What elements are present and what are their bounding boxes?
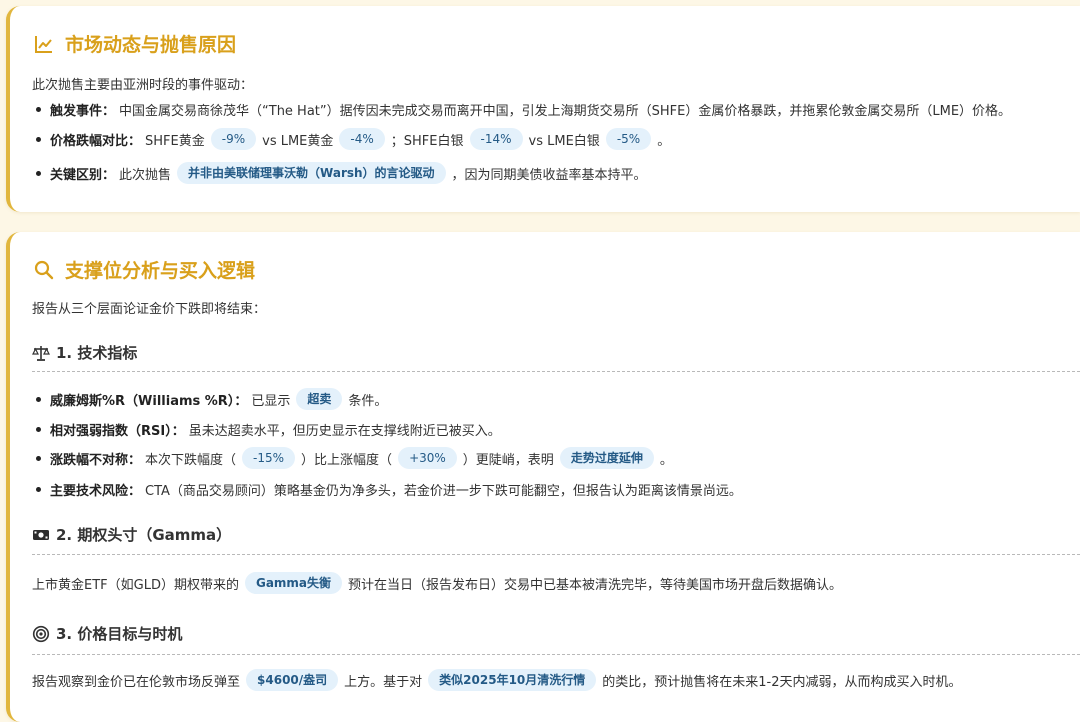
section-intro: 报告从三个层面论证金价下跌即将结束： bbox=[32, 302, 267, 317]
item-text: 已显示 bbox=[251, 393, 291, 409]
technical-bullet-list: 威廉姆斯%R（Williams %R）： 已显示 超卖 条件。 相对强弱指数（R… bbox=[32, 386, 742, 500]
item-label: 涨跌幅不对称： bbox=[50, 452, 142, 468]
divider bbox=[32, 654, 1080, 655]
item-text: CTA（商品交易顾问）策略基金仍为净多头，若金价进一步下跌可能翻空，但报告认为距… bbox=[145, 483, 742, 499]
divider bbox=[32, 554, 1080, 555]
list-item-key: 关键区别： 此次抛售 并非由美联储理事沃勒（Warsh）的言论驱动 ，因为同期美… bbox=[32, 158, 1011, 188]
chart-line-icon bbox=[35, 35, 52, 53]
item-label: 价格跌幅对比： bbox=[50, 133, 142, 149]
item-text: ）更陡峭，表明 bbox=[462, 452, 554, 468]
value-badge: -14% bbox=[469, 128, 523, 150]
subsection-options-title: 2. 期权头寸（Gamma） bbox=[32, 524, 1080, 545]
list-item-compare: 价格跌幅对比： SHFE黄金 -9% vs LME黄金 -4% ；SHFE白银 … bbox=[32, 124, 1011, 154]
search-icon bbox=[34, 260, 54, 279]
options-paragraph: 上市黄金ETF（如GLD）期权带来的 Gamma失衡 预计在当日（报告发布日）交… bbox=[32, 569, 842, 597]
paragraph-text: 报告观察到金价已在伦敦市场反弹至 bbox=[32, 674, 241, 690]
item-text: 虽未达超卖水平，但历史显示在支撑线附近已被买入。 bbox=[188, 423, 501, 439]
item-text: vs LME黄金 bbox=[262, 133, 334, 149]
paragraph-text: 上市黄金ETF（如GLD）期权带来的 bbox=[32, 577, 239, 593]
paragraph-text: 上方。基于对 bbox=[344, 674, 423, 690]
highlight-badge: Gamma失衡 bbox=[244, 572, 343, 594]
value-badge: -9% bbox=[210, 128, 257, 150]
support-analysis-card: 支撑位分析与买入逻辑 报告从三个层面论证金价下跌即将结束： 1. 技术指标 威廉… bbox=[6, 232, 1080, 722]
value-badge: -4% bbox=[339, 128, 385, 150]
item-text: 此次抛售 bbox=[119, 167, 172, 183]
list-item-williams: 威廉姆斯%R（Williams %R）： 已显示 超卖 条件。 bbox=[32, 386, 742, 412]
section-title-text: 支撑位分析与买入逻辑 bbox=[65, 260, 256, 282]
value-badge: -15% bbox=[242, 447, 296, 469]
item-text: ，因为同期美债收益率基本持平。 bbox=[451, 167, 647, 183]
highlight-badge: 类似2025年10月清洗行情 bbox=[428, 669, 597, 691]
money-icon bbox=[33, 529, 49, 540]
list-item-rsi: 相对强弱指数（RSI）： 虽未达超卖水平，但历史显示在支撑线附近已被买入。 bbox=[32, 418, 742, 440]
list-item-asymmetry: 涨跌幅不对称： 本次下跌幅度（ -15% ）比上涨幅度（ +30% ）更陡峭，表… bbox=[32, 444, 742, 472]
section-title: 市场动态与抛售原因 bbox=[32, 30, 236, 57]
market-bullet-list: 触发事件： 中国金属交易商徐茂华（“The Hat”）据传因未完成交易而离开中国… bbox=[32, 98, 1011, 188]
list-item-trigger: 触发事件： 中国金属交易商徐茂华（“The Hat”）据传因未完成交易而离开中国… bbox=[32, 98, 1011, 120]
item-label: 相对强弱指数（RSI）： bbox=[50, 423, 185, 439]
item-text: ）比上涨幅度（ bbox=[301, 452, 393, 468]
target-paragraph: 报告观察到金价已在伦敦市场反弹至 $4600/盎司 上方。基于对 类似2025年… bbox=[32, 666, 962, 694]
section-intro: 此次抛售主要由亚洲时段的事件驱动： bbox=[32, 78, 254, 93]
list-item-risk: 主要技术风险： CTA（商品交易顾问）策略基金仍为净多头，若金价进一步下跌可能翻… bbox=[32, 478, 742, 500]
item-text: vs LME白银 bbox=[528, 133, 600, 149]
paragraph-text: 预计在当日（报告发布日）交易中已基本被清洗完毕，等待美国市场开盘后数据确认。 bbox=[348, 577, 843, 593]
highlight-badge: 超卖 bbox=[296, 388, 343, 410]
divider bbox=[32, 371, 1080, 372]
item-text: ；SHFE白银 bbox=[390, 133, 464, 149]
item-text: 条件。 bbox=[348, 393, 388, 409]
value-badge: +30% bbox=[398, 447, 457, 469]
subsection-technical-title: 1. 技术指标 bbox=[32, 342, 1080, 363]
value-badge: -5% bbox=[605, 128, 652, 150]
highlight-badge: $4600/盎司 bbox=[246, 669, 339, 691]
item-label: 关键区别： bbox=[50, 167, 116, 183]
balance-scale-icon bbox=[32, 345, 50, 361]
target-icon bbox=[32, 625, 50, 642]
section-title-text: 市场动态与抛售原因 bbox=[65, 34, 237, 56]
subsection-title-text: 1. 技术指标 bbox=[56, 344, 138, 362]
highlight-badge: 走势过度延伸 bbox=[559, 447, 654, 469]
subsection-title-text: 3. 价格目标与时机 bbox=[56, 625, 183, 643]
item-text: 。 bbox=[659, 452, 673, 468]
market-dynamics-card: 市场动态与抛售原因 此次抛售主要由亚洲时段的事件驱动： 触发事件： 中国金属交易… bbox=[6, 6, 1080, 212]
item-text: SHFE黄金 bbox=[145, 133, 205, 149]
item-label: 触发事件： bbox=[50, 103, 116, 119]
item-label: 威廉姆斯%R（Williams %R）： bbox=[50, 393, 248, 409]
subsection-target-title: 3. 价格目标与时机 bbox=[32, 623, 1080, 644]
section-title: 支撑位分析与买入逻辑 bbox=[32, 256, 255, 283]
subsection-title-text: 2. 期权头寸（Gamma） bbox=[56, 526, 232, 544]
item-text: 中国金属交易商徐茂华（“The Hat”）据传因未完成交易而离开中国，引发上海期… bbox=[119, 103, 1012, 119]
item-text: 。 bbox=[657, 133, 671, 149]
paragraph-text: 的类比，预计抛售将在未来1-2天内减弱，从而构成买入时机。 bbox=[602, 674, 962, 690]
item-text: 本次下跌幅度（ bbox=[145, 452, 237, 468]
highlight-badge: 并非由美联储理事沃勒（Warsh）的言论驱动 bbox=[177, 162, 446, 184]
item-label: 主要技术风险： bbox=[50, 483, 142, 499]
